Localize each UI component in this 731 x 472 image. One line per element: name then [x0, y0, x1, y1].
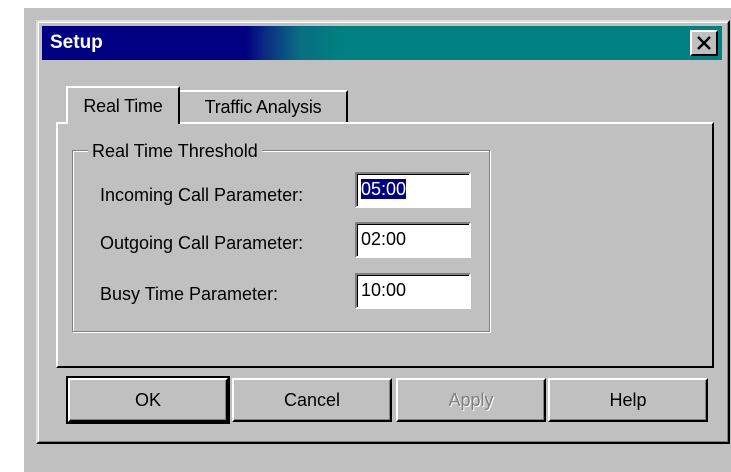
cancel-label: Cancel: [283, 389, 341, 410]
outgoing-call-value: 02:00: [361, 229, 407, 249]
busy-time-label: Busy Time Parameter:: [100, 284, 279, 304]
background-edge: [0, 0, 731, 8]
ok-button[interactable]: OK: [66, 376, 230, 424]
background-edge: [0, 0, 24, 472]
apply-button[interactable]: Apply: [396, 378, 546, 422]
incoming-call-label: Incoming Call Parameter:: [100, 185, 304, 205]
close-button[interactable]: [690, 30, 718, 56]
apply-label: Apply: [448, 389, 494, 410]
help-label: Help: [609, 389, 647, 410]
group-title: Real Time Threshold: [88, 141, 262, 162]
tab-traffic-analysis[interactable]: Traffic Analysis: [180, 90, 348, 122]
ok-label: OK: [134, 389, 161, 410]
title-bar[interactable]: Setup: [42, 26, 722, 60]
busy-time-input[interactable]: 10:00: [355, 273, 471, 309]
tab-real-time[interactable]: Real Time: [66, 86, 180, 124]
outgoing-call-label: Outgoing Call Parameter:: [100, 233, 304, 253]
tab-label: Traffic Analysis: [204, 96, 322, 117]
outgoing-call-input[interactable]: 02:00: [355, 222, 471, 258]
help-button[interactable]: Help: [548, 378, 708, 422]
close-x-icon: [697, 36, 711, 50]
incoming-call-input[interactable]: 05:00: [355, 172, 471, 208]
busy-time-value: 10:00: [361, 280, 407, 300]
tab-label: Real Time: [83, 95, 163, 116]
cancel-button[interactable]: Cancel: [232, 378, 392, 422]
incoming-call-value: 05:00: [361, 179, 407, 199]
window-title: Setup: [50, 32, 103, 53]
